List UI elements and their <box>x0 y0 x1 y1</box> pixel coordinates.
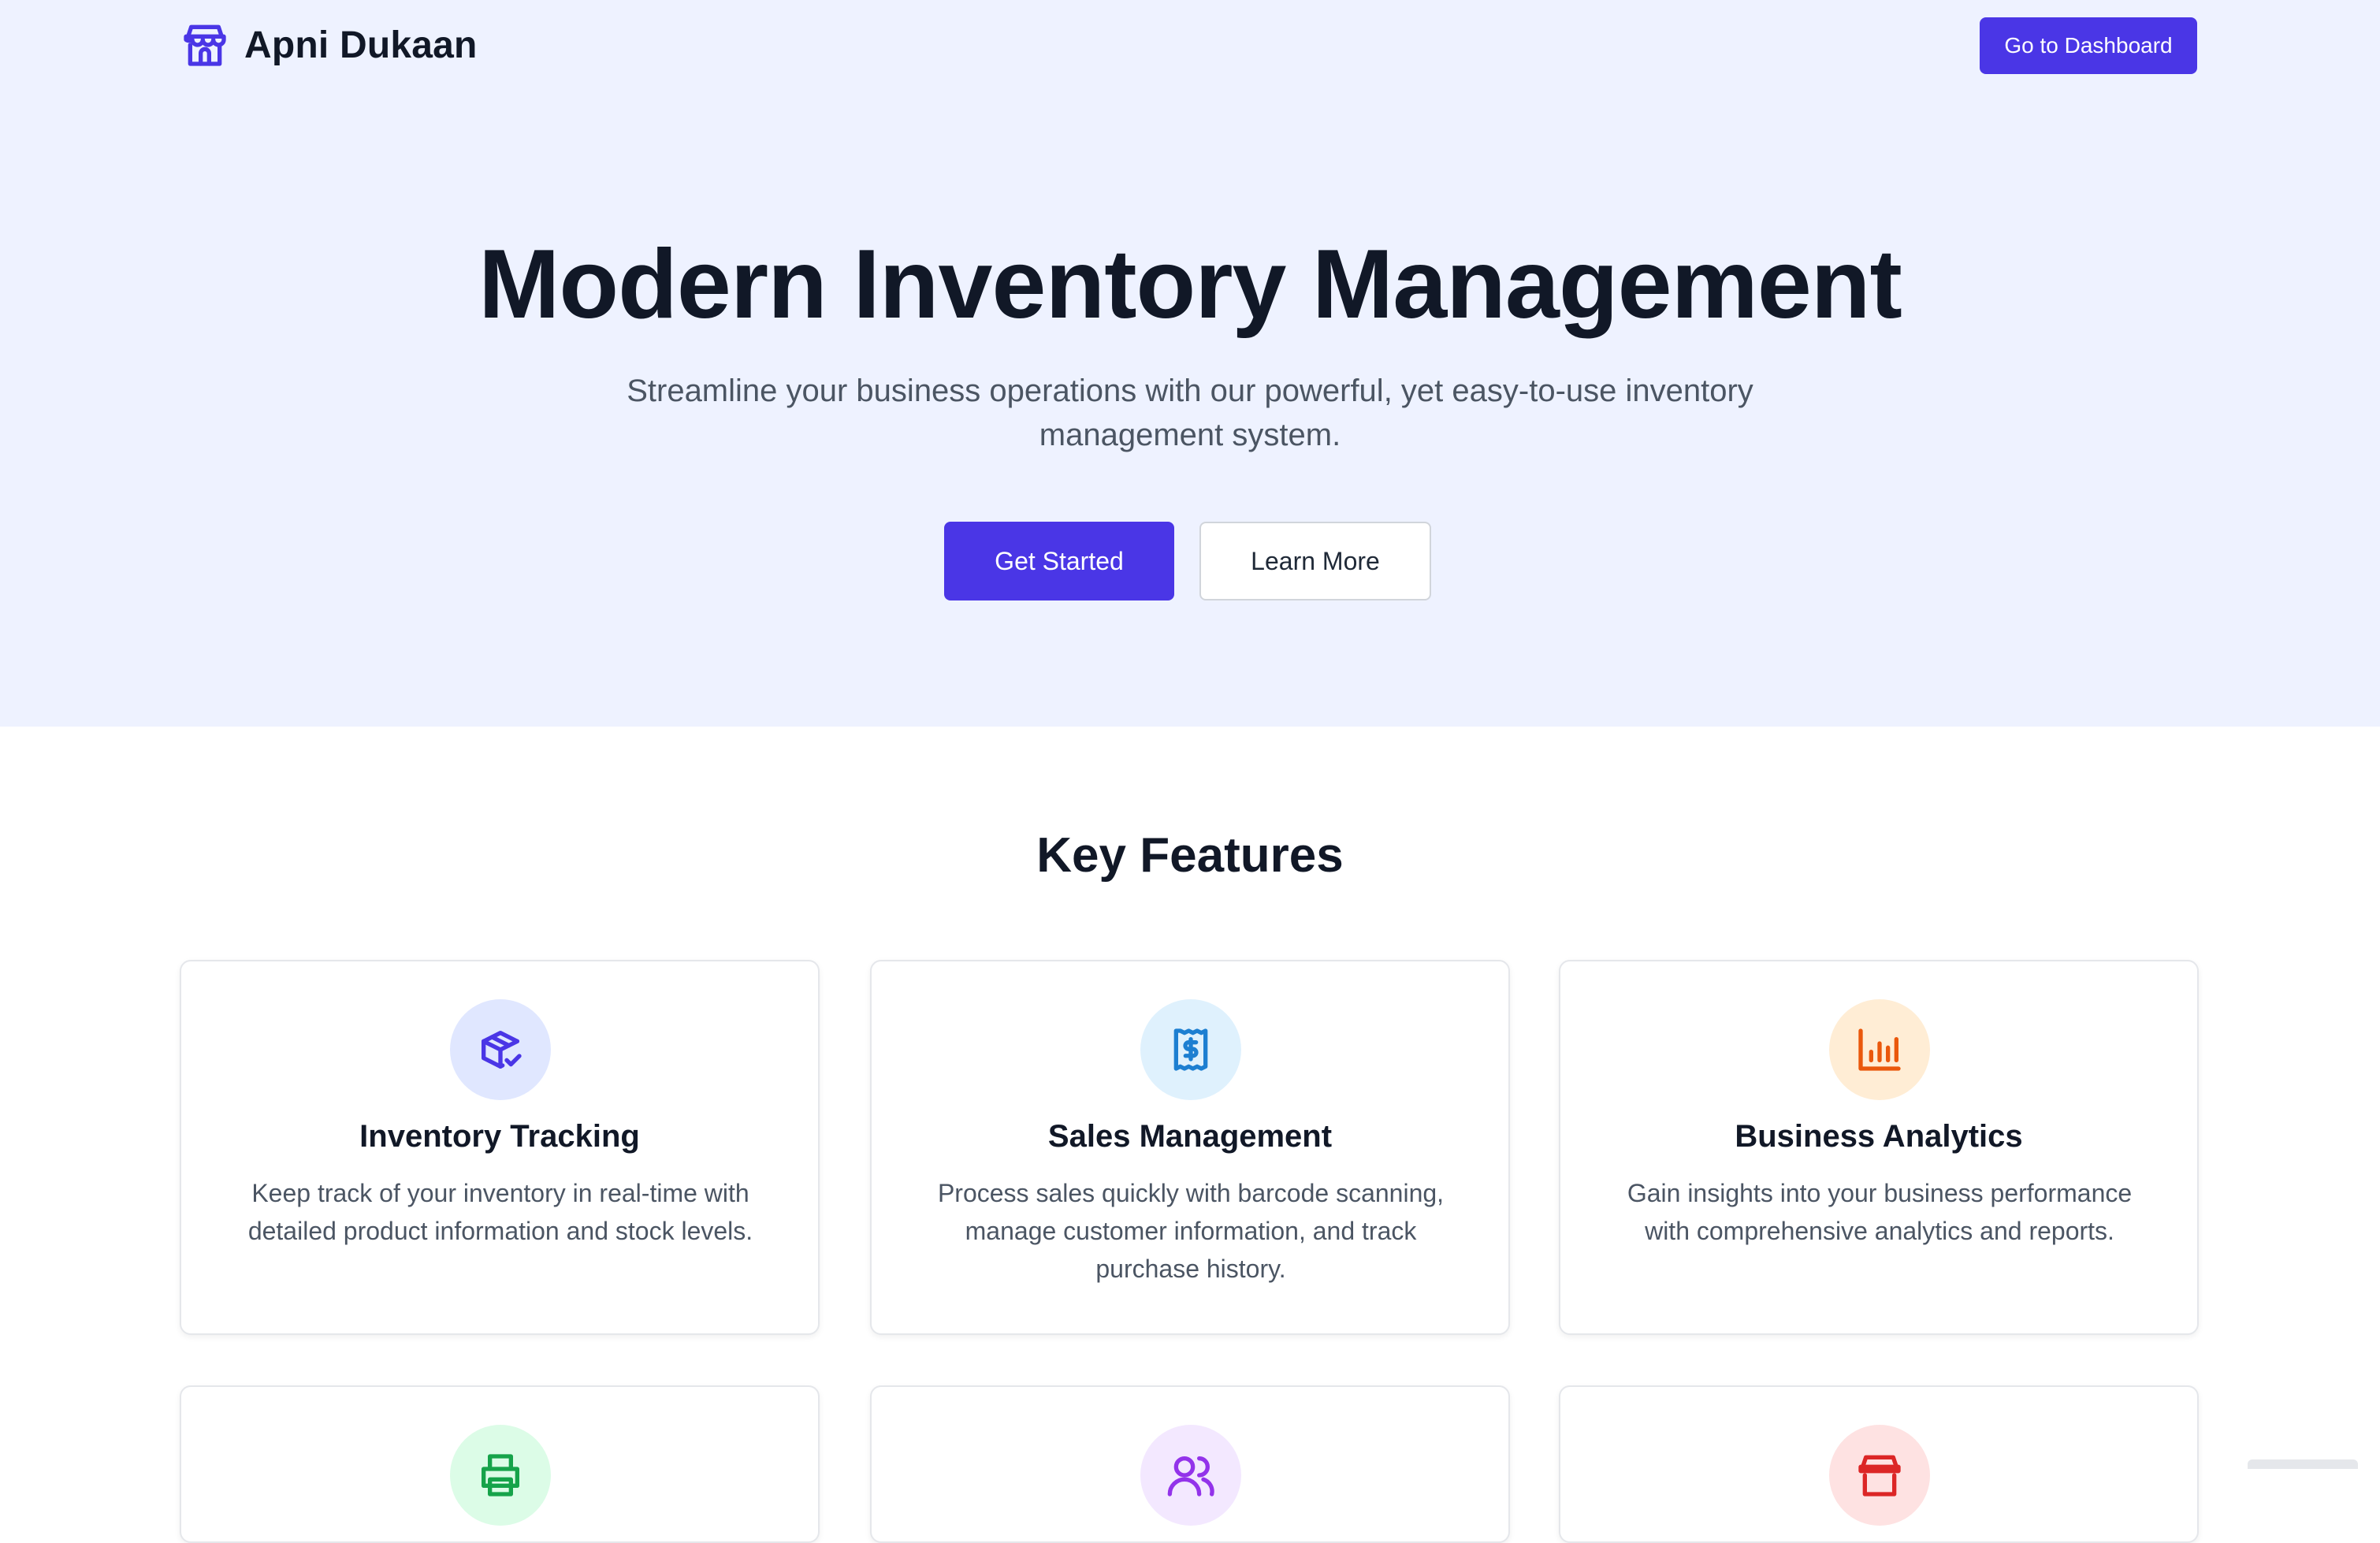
feature-title: Business Analytics <box>1735 1119 2023 1154</box>
package-check-icon <box>482 1031 522 1069</box>
feature-card-business-analytics: Business Analytics Gain insights into yo… <box>1559 960 2199 1335</box>
receipt-dollar-icon <box>1173 1028 1208 1071</box>
hero-title: Modern Inventory Management <box>478 230 1902 339</box>
feature-icon-wrap <box>1140 1425 1241 1526</box>
get-started-button[interactable]: Get Started <box>944 522 1174 600</box>
brand[interactable]: Apni Dukaan <box>180 19 478 71</box>
brand-name: Apni Dukaan <box>244 24 478 66</box>
feature-icon-wrap <box>450 999 551 1100</box>
hero-section: Apni Dukaan Go to Dashboard Modern Inven… <box>0 0 2380 727</box>
feature-card-inventory-tracking: Inventory Tracking Keep track of your in… <box>180 960 820 1335</box>
feature-card <box>1559 1385 2199 1543</box>
feature-icon-wrap <box>1140 999 1241 1100</box>
feature-icon-wrap <box>450 1425 551 1526</box>
feature-description: Gain insights into your business perform… <box>1627 1179 2133 1245</box>
top-nav: Apni Dukaan Go to Dashboard <box>0 0 2380 91</box>
store-icon <box>184 24 226 66</box>
feature-icon-wrap <box>1829 1425 1930 1526</box>
feature-card-sales-management: Sales Management Process sales quickly w… <box>870 960 1510 1335</box>
feature-card <box>870 1385 1510 1543</box>
users-icon <box>1167 1456 1214 1497</box>
learn-more-button[interactable]: Learn More <box>1199 522 1431 600</box>
feature-description: Process sales quickly with barcode scann… <box>937 1179 1445 1283</box>
hero-subtitle: Streamline your business operations with… <box>627 374 1753 452</box>
feature-title: Sales Management <box>1047 1119 1333 1154</box>
scroll-indicator <box>2248 1459 2358 1469</box>
feature-icon-wrap <box>1829 999 1930 1100</box>
bar-chart-icon <box>1858 1028 1901 1071</box>
feature-card <box>180 1385 820 1543</box>
go-to-dashboard-button[interactable]: Go to Dashboard <box>1980 17 2197 74</box>
printer-icon <box>482 1454 519 1497</box>
store-icon <box>1858 1455 1901 1497</box>
feature-title: Inventory Tracking <box>359 1119 640 1154</box>
features-title: Key Features <box>1036 828 1344 883</box>
feature-description: Keep track of your inventory in real-tim… <box>247 1179 753 1245</box>
